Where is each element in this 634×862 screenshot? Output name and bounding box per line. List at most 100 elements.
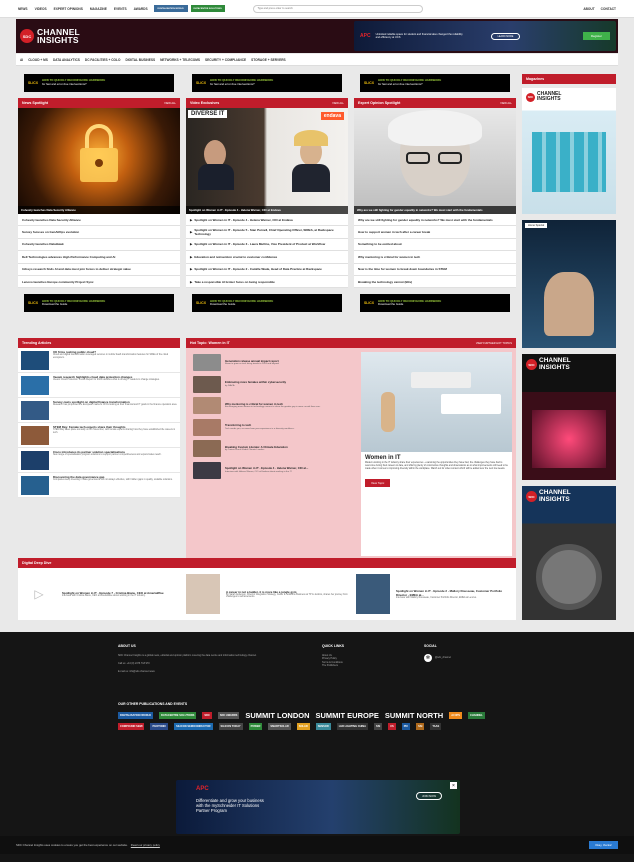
pub-logo[interactable]: SENSOR — [315, 723, 331, 730]
list-item[interactable]: ▶ Education and reinvention crucial to cu… — [186, 251, 348, 264]
category-digital-business[interactable]: DIGITAL BUSINESS — [125, 58, 155, 62]
cookie-accept-button[interactable]: Okay, thanks! — [589, 841, 618, 849]
list-item[interactable]: ▶ Spotlight on Women in IT - Episode 3 - … — [186, 239, 348, 252]
category-dc-facilities[interactable]: DC FACILITIES + COLO — [85, 58, 121, 62]
list-item[interactable]: ▶ Spotlight on Women in IT - Episode 2 - … — [186, 264, 348, 276]
pub-logo[interactable]: PHOTONIC — [150, 723, 169, 730]
deep-dive-thumbnail[interactable] — [186, 574, 220, 614]
pub-logo[interactable]: SSI — [416, 723, 425, 730]
nav-item-news[interactable]: NEWS — [18, 7, 28, 11]
magazine-cover-3[interactable]: SDC CHANNEL INSIGHTS — [522, 486, 616, 620]
list-item[interactable]: ▶ Spotlight on Women in IT - Episode 4 - … — [186, 214, 348, 227]
pub-logo[interactable]: SDC AWARDS — [217, 712, 240, 719]
summit-logo-north[interactable]: SUMMIT NORTH — [385, 712, 443, 720]
list-item[interactable]: Spotlight on Women in IT - Episode 4 - H… — [190, 460, 357, 482]
category-data-analytics[interactable]: DATA ANALYTICS — [53, 58, 80, 62]
nav-item-videos[interactable]: VIDEOS — [35, 7, 47, 11]
site-logo[interactable]: SDC CHANNEL INSIGHTS — [20, 28, 80, 44]
pub-logo[interactable]: AI OPS — [449, 712, 462, 719]
list-item[interactable]: Lenovo launches Europe community Project… — [18, 276, 180, 289]
list-item[interactable]: ▶ Take a responsible AI broker focus on b… — [186, 276, 348, 289]
magazine-advert[interactable]: Home Special — [522, 220, 616, 348]
deep-dive-item-1[interactable]: Spotlight on Women in IT - Episode 7 - C… — [62, 591, 180, 597]
header-advert[interactable]: APC Unlocked reliable space for student … — [354, 21, 616, 51]
deep-dive-item-3[interactable]: Spotlight on Women in IT - Episode 2 - M… — [396, 589, 506, 599]
list-item[interactable]: Embracing more females within cybersecur… — [190, 374, 357, 396]
pub-logo[interactable]: DIGITALISATION WORLD — [118, 712, 154, 719]
pub-logo[interactable]: SMARTSOLAR — [268, 723, 291, 730]
about-link[interactable]: ABOUT — [583, 7, 594, 11]
view-all-link[interactable]: VIEW ALL — [164, 102, 176, 105]
hardware-advert[interactable]: SLICX HOW TO QUICKLY RECONFIGURE HARDWAR… — [24, 74, 174, 92]
pub-logo[interactable]: PIC — [401, 723, 411, 730]
footer-link-publishers[interactable]: The Publishers — [322, 664, 412, 667]
list-item[interactable]: Something to be excited about — [354, 239, 516, 252]
pub-logo[interactable]: LED LIGHTING CHINA — [336, 723, 368, 730]
hardware-advert[interactable]: SLICX HOW TO QUICKLY RECONFIGURE HARDWAR… — [360, 74, 510, 92]
hardware-advert[interactable]: SLICX HOW TO QUICKLY RECONFIGURE HARDWAR… — [360, 294, 510, 313]
list-item[interactable]: Why mentoring is critical for women in t… — [354, 251, 516, 264]
contact-link[interactable]: CONTACT — [601, 7, 616, 11]
footer-phone[interactable]: Call us: +44 (0) 2476 718 970 — [118, 662, 308, 665]
hardware-advert[interactable]: SLICX HOW TO QUICKLY RECONFIGURE HARDWAR… — [192, 74, 342, 92]
join-now-button[interactable]: JOIN NOW — [416, 792, 442, 800]
register-button[interactable]: Register — [582, 32, 610, 40]
list-item[interactable]: ▶ Spotlight on Women in IT - Episode 5 - … — [186, 226, 348, 239]
list-item[interactable]: Cohesity launches Data Security Alliance — [18, 214, 180, 227]
list-item[interactable]: Now is the time for women to break down … — [354, 264, 516, 276]
video-hero-thumbnail[interactable]: DIVERSE IT endava Spotlight on Women in … — [186, 108, 348, 214]
pub-logo[interactable]: POWER — [248, 723, 263, 730]
list-item[interactable]: Breaking the technology cannot (Bits) — [354, 276, 516, 289]
magazine-cover-2[interactable]: SDC CHANNEL INSIGHTS — [522, 354, 616, 480]
view-all-link[interactable]: VIEW ALL — [500, 102, 512, 105]
list-item[interactable]: Survey focuses on GenAI/Ops evolution — [18, 226, 180, 239]
list-item[interactable]: STEM Day: Female tech experts share thei… — [18, 423, 180, 448]
list-item[interactable]: Discovering the data governance gap Compa… — [18, 473, 180, 498]
hardware-advert[interactable]: SLICX HOW TO QUICKLY RECONFIGURE HARDWAR… — [192, 294, 342, 313]
nav-item-awards[interactable]: AWARDS — [134, 7, 148, 11]
pub-logo[interactable]: CS — [388, 723, 396, 730]
category-networks[interactable]: NETWORKS + TELECOMS — [160, 58, 200, 62]
list-item[interactable]: Breaking Custom Literate: A Climate Educ… — [190, 438, 357, 460]
list-item[interactable]: How to support women in tech after a car… — [354, 226, 516, 239]
search-input[interactable]: Type and press enter to search — [252, 4, 423, 13]
list-item[interactable]: Survey casts spotlight on digital financ… — [18, 398, 180, 423]
view-topic-button[interactable]: View Topic — [364, 479, 391, 487]
nav-item-expert-opinions[interactable]: EXPERT OPINIONS — [54, 7, 83, 11]
partner-logo-datacentre[interactable]: DATACENTRE SOLUTIONS — [190, 5, 225, 12]
pub-logo[interactable]: SDC — [202, 712, 212, 719]
deep-dive-thumbnail[interactable] — [356, 574, 390, 614]
list-item[interactable]: Veeam research highlights cloud data pro… — [18, 373, 180, 398]
learn-more-button[interactable]: LEARN MORE — [490, 32, 521, 40]
pub-logo[interactable]: COMPOUND SEMI — [118, 723, 145, 730]
partner-logo-digitalisation[interactable]: DIGITALISATION WORLD — [153, 5, 188, 12]
footer-email[interactable]: E-mail us: info@sdc-channel.news — [118, 670, 308, 673]
list-item[interactable]: Cisco introduces its partner solution sp… — [18, 448, 180, 473]
privacy-policy-link[interactable]: Read our privacy policy — [131, 843, 160, 847]
summit-logo-europe[interactable]: SUMMIT EUROPE — [316, 712, 379, 720]
list-item[interactable]: UK firms rushing public cloud? Cloud and … — [18, 348, 180, 373]
category-ai[interactable]: AI — [20, 58, 23, 62]
pub-logo[interactable]: SOLAR — [296, 723, 310, 730]
list-item[interactable]: Transferring to tech Tech needs you, so m… — [190, 417, 357, 439]
magazine-cover-1[interactable]: SDC CHANNEL INSIGHTS — [522, 88, 616, 214]
twitter-link[interactable]: ✻ @sdc_channel — [424, 654, 514, 662]
list-item[interactable]: Generation release annual impact report R… — [190, 352, 357, 374]
view-further-link[interactable]: VIEW FURTHER HOT TOPICS — [476, 342, 512, 345]
list-item[interactable]: Why are we still fighting for gender equ… — [354, 214, 516, 227]
bottom-advert[interactable]: APC Differentiate and grow your business… — [176, 780, 460, 834]
category-cloud[interactable]: CLOUD + MS — [28, 58, 48, 62]
close-icon[interactable]: × — [450, 782, 457, 789]
list-item[interactable]: Why mentoring is critical for women in t… — [190, 395, 357, 417]
nav-item-events[interactable]: EVENTS — [114, 7, 127, 11]
pub-logo[interactable]: DATACENTRE SOLUTIONS — [159, 712, 197, 719]
hardware-advert[interactable]: SLICX HOW TO QUICKLY RECONFIGURE HARDWAR… — [24, 294, 174, 313]
view-all-link[interactable]: VIEW ALL — [332, 102, 344, 105]
category-storage[interactable]: STORAGE + SERVERS — [251, 58, 286, 62]
category-security[interactable]: SECURITY + COMPLIANCE — [205, 58, 246, 62]
pub-logo[interactable]: TAAS — [430, 723, 442, 730]
list-item[interactable]: Infosys research finds AI and data must … — [18, 264, 180, 276]
news-hero-image[interactable]: Cohesity launches Data Security Alliance — [18, 108, 180, 214]
deep-dive-item-2[interactable]: A career in not a ladder, it is more lik… — [226, 590, 350, 598]
expert-hero-image[interactable]: Why are we still fighting for gender equ… — [354, 108, 516, 214]
